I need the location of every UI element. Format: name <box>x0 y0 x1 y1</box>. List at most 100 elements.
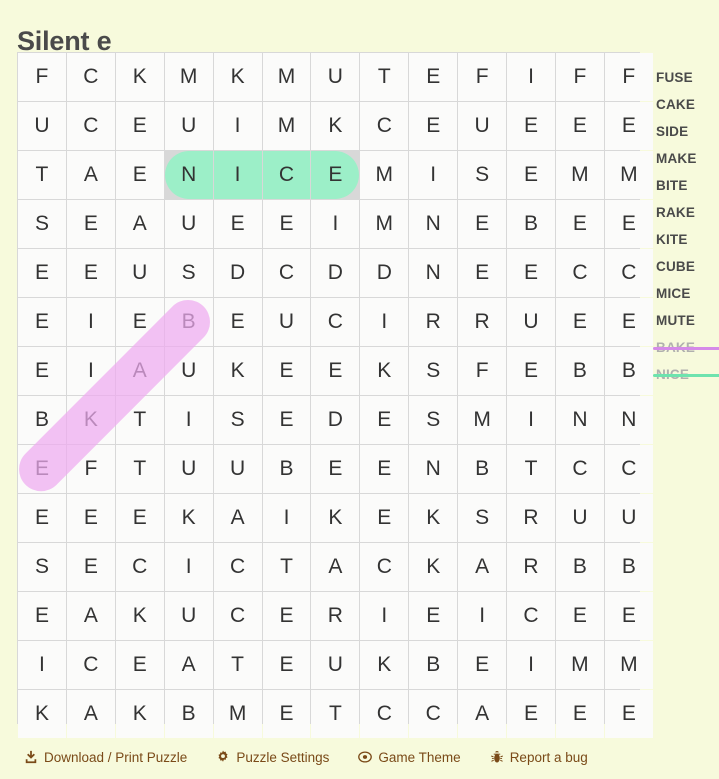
grid-cell[interactable]: I <box>360 298 409 346</box>
grid-cell[interactable]: A <box>115 200 164 248</box>
grid-cell[interactable]: I <box>66 298 115 346</box>
grid-cell[interactable]: C <box>213 543 262 591</box>
grid-cell[interactable]: M <box>555 151 604 199</box>
grid-cell[interactable]: B <box>555 543 604 591</box>
word-list-item[interactable]: FUSE <box>656 64 719 91</box>
grid-cell[interactable]: E <box>18 249 66 297</box>
grid-cell[interactable]: S <box>409 396 458 444</box>
grid-cell[interactable]: B <box>507 200 555 248</box>
grid-cell[interactable]: U <box>311 53 360 101</box>
grid-cell[interactable]: E <box>18 298 66 346</box>
grid-cell[interactable]: I <box>311 200 360 248</box>
grid-cell[interactable]: E <box>115 102 164 150</box>
grid-cell[interactable]: N <box>164 151 213 199</box>
grid-cell[interactable]: S <box>458 151 507 199</box>
grid-cell[interactable]: I <box>164 396 213 444</box>
grid-cell[interactable]: I <box>507 396 555 444</box>
grid-cell[interactable]: R <box>507 494 555 542</box>
grid-cell[interactable]: T <box>115 396 164 444</box>
grid-cell[interactable]: E <box>555 690 604 738</box>
grid-cell[interactable]: A <box>66 151 115 199</box>
grid-cell[interactable]: E <box>18 347 66 395</box>
grid-cell[interactable]: C <box>360 102 409 150</box>
grid-cell[interactable]: E <box>262 347 311 395</box>
grid-cell[interactable]: E <box>262 641 311 689</box>
grid-cell[interactable]: E <box>360 494 409 542</box>
grid-cell[interactable]: E <box>18 592 66 640</box>
grid-cell[interactable]: I <box>164 543 213 591</box>
grid-cell[interactable]: F <box>458 53 507 101</box>
grid-cell[interactable]: E <box>360 445 409 493</box>
grid-cell[interactable]: K <box>213 53 262 101</box>
grid-cell[interactable]: K <box>66 396 115 444</box>
grid-cell[interactable]: A <box>458 543 507 591</box>
grid-cell[interactable]: K <box>360 641 409 689</box>
grid-cell[interactable]: R <box>507 543 555 591</box>
grid-cell[interactable]: C <box>66 102 115 150</box>
grid-cell[interactable]: K <box>409 543 458 591</box>
grid-cell[interactable]: B <box>262 445 311 493</box>
grid-cell[interactable]: E <box>115 151 164 199</box>
grid-cell[interactable]: I <box>262 494 311 542</box>
grid-cell[interactable]: F <box>18 53 66 101</box>
grid-cell[interactable]: T <box>115 445 164 493</box>
word-list-item[interactable]: CAKE <box>656 91 719 118</box>
grid-cell[interactable]: K <box>164 494 213 542</box>
grid-cell[interactable]: U <box>262 298 311 346</box>
word-list-item[interactable]: MAKE <box>656 145 719 172</box>
grid-cell[interactable]: U <box>18 102 66 150</box>
grid-cell[interactable]: E <box>458 249 507 297</box>
word-list-item[interactable]: BAKE <box>653 334 719 361</box>
grid-cell[interactable]: A <box>115 347 164 395</box>
word-list-item[interactable]: MICE <box>656 280 719 307</box>
grid-cell[interactable]: M <box>604 641 653 689</box>
grid-cell[interactable]: E <box>507 347 555 395</box>
download-print-puzzle-link[interactable]: Download / Print Puzzle <box>24 750 187 765</box>
grid-cell[interactable]: E <box>555 592 604 640</box>
grid-cell[interactable]: U <box>164 200 213 248</box>
grid-cell[interactable]: D <box>311 396 360 444</box>
grid-cell[interactable]: E <box>66 543 115 591</box>
grid-cell[interactable]: E <box>555 102 604 150</box>
grid-cell[interactable]: K <box>360 347 409 395</box>
grid-cell[interactable]: C <box>66 53 115 101</box>
grid-cell[interactable]: E <box>507 151 555 199</box>
word-list-item[interactable]: SIDE <box>656 118 719 145</box>
grid-cell[interactable]: B <box>555 347 604 395</box>
grid-cell[interactable]: N <box>555 396 604 444</box>
grid-cell[interactable]: C <box>213 592 262 640</box>
grid-cell[interactable]: D <box>213 249 262 297</box>
grid-cell[interactable]: C <box>262 151 311 199</box>
word-list-item[interactable]: KITE <box>656 226 719 253</box>
grid-cell[interactable]: K <box>18 690 66 738</box>
grid-cell[interactable]: C <box>115 543 164 591</box>
grid-cell[interactable]: T <box>18 151 66 199</box>
grid-cell[interactable]: B <box>164 690 213 738</box>
grid-cell[interactable]: C <box>555 249 604 297</box>
grid-cell[interactable]: C <box>507 592 555 640</box>
grid-cell[interactable]: U <box>604 494 653 542</box>
grid-cell[interactable]: A <box>311 543 360 591</box>
grid-cell[interactable]: E <box>409 53 458 101</box>
grid-cell[interactable]: A <box>458 690 507 738</box>
grid-cell[interactable]: T <box>213 641 262 689</box>
grid-cell[interactable]: C <box>262 249 311 297</box>
grid-cell[interactable]: C <box>66 641 115 689</box>
grid-cell[interactable]: B <box>604 347 653 395</box>
grid-cell[interactable]: B <box>18 396 66 444</box>
grid-cell[interactable]: A <box>66 690 115 738</box>
grid-cell[interactable]: E <box>604 200 653 248</box>
word-list-item[interactable]: MUTE <box>656 307 719 334</box>
grid-cell[interactable]: E <box>555 200 604 248</box>
puzzle-settings-link[interactable]: Puzzle Settings <box>216 750 329 765</box>
grid-cell[interactable]: E <box>458 641 507 689</box>
grid-cell[interactable]: E <box>115 298 164 346</box>
grid-cell[interactable]: U <box>164 592 213 640</box>
grid-cell[interactable]: E <box>507 249 555 297</box>
grid-cell[interactable]: E <box>604 298 653 346</box>
grid-cell[interactable]: R <box>458 298 507 346</box>
grid-cell[interactable]: S <box>18 200 66 248</box>
grid-cell[interactable]: S <box>18 543 66 591</box>
grid-cell[interactable]: I <box>458 592 507 640</box>
grid-cell[interactable]: U <box>458 102 507 150</box>
